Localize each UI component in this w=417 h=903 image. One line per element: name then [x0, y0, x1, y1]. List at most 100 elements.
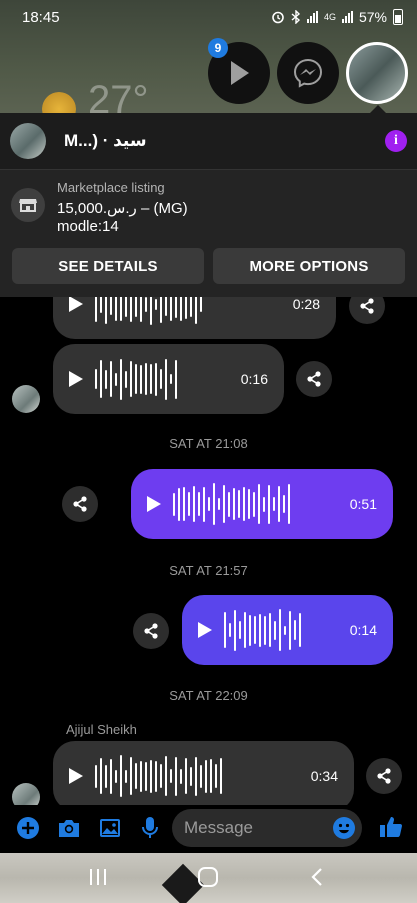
chathead-contact-avatar[interactable]	[346, 42, 408, 104]
waveform-bar	[243, 487, 245, 521]
wifi-signal-icon	[306, 11, 318, 23]
waveform-bar	[173, 492, 175, 516]
waveform-bar	[244, 612, 246, 648]
waveform-bar	[110, 361, 112, 397]
waveform-bar	[238, 490, 240, 518]
share-icon	[360, 298, 374, 314]
message-list[interactable]: 0:28 0:16 SAT AT 21:08 0:51 SAT AT 21:57…	[0, 297, 417, 805]
waveform-bar	[135, 763, 137, 789]
sender-avatar[interactable]	[12, 385, 40, 413]
waveform-bar	[170, 374, 172, 384]
waveform-bar	[180, 768, 182, 784]
play-icon[interactable]	[69, 297, 83, 312]
waveform-bar	[264, 615, 266, 645]
waveform-bar	[160, 297, 162, 323]
emoji-icon[interactable]	[333, 817, 355, 839]
play-icon[interactable]	[69, 768, 83, 784]
play-icon[interactable]	[198, 622, 212, 638]
waveform-bar	[165, 358, 167, 400]
status-icons: 4G 57%	[271, 9, 403, 25]
waveform-bar	[140, 760, 142, 792]
share-button[interactable]	[133, 613, 169, 649]
gallery-icon[interactable]	[99, 817, 121, 839]
share-icon	[377, 768, 391, 784]
cell-signal-icon	[341, 11, 353, 23]
waveform-bar	[115, 769, 117, 783]
sender-avatar[interactable]	[12, 783, 40, 805]
waveform-bar	[283, 495, 285, 513]
waveform-bar	[145, 297, 147, 312]
waveform-bar	[130, 757, 132, 795]
back-icon[interactable]	[310, 866, 324, 888]
plus-icon[interactable]	[17, 817, 39, 839]
waveform-bar	[175, 756, 177, 796]
share-button[interactable]	[62, 486, 98, 522]
waveform-bar	[105, 764, 107, 788]
waveform-bar	[150, 364, 152, 394]
waveform-bar	[180, 297, 182, 321]
share-button[interactable]	[296, 361, 332, 397]
waveform-bar	[233, 488, 235, 520]
waveform-bar	[140, 297, 142, 322]
waveform-bar	[155, 298, 157, 310]
waveform-bar	[210, 759, 212, 793]
home-icon[interactable]	[197, 866, 219, 888]
waveform-bar	[299, 613, 301, 647]
waveform-bar	[254, 616, 256, 644]
timestamp: SAT AT 21:57	[169, 563, 248, 578]
voice-message[interactable]: 0:51	[131, 469, 393, 539]
waveform-bar	[289, 610, 291, 650]
voice-duration: 0:16	[240, 371, 268, 387]
mic-icon[interactable]	[141, 816, 159, 840]
contact-avatar[interactable]	[10, 123, 46, 159]
voice-message[interactable]: 0:34	[53, 741, 354, 805]
waveform-bar	[269, 613, 271, 647]
waveform-bar	[135, 364, 137, 394]
play-icon[interactable]	[69, 371, 83, 387]
timestamp: SAT AT 22:09	[169, 688, 248, 703]
voice-message[interactable]: 0:14	[182, 595, 393, 665]
waveform-bar	[185, 297, 187, 319]
waveform-bar	[188, 492, 190, 516]
play-icon	[231, 61, 249, 85]
listing-price: 15,000.ر.س – (MG)	[57, 200, 188, 217]
waveform-bar	[95, 369, 97, 389]
see-details-button[interactable]: SEE DETAILS	[12, 248, 204, 284]
waveform-bar	[100, 758, 102, 794]
waveform-bar	[203, 486, 205, 522]
more-options-button[interactable]: MORE OPTIONS	[213, 248, 405, 284]
voice-message[interactable]: 0:16	[53, 344, 284, 414]
chathead-pointer	[370, 105, 386, 113]
waveform-bar	[273, 497, 275, 511]
chathead-messenger[interactable]	[277, 42, 339, 104]
battery-icon	[393, 9, 403, 25]
waveform-bar	[274, 620, 276, 640]
waveform-bar	[178, 487, 180, 521]
like-icon[interactable]	[379, 815, 403, 839]
waveform-bar	[125, 370, 127, 388]
waveform-bar	[213, 483, 215, 525]
waveform-bar	[100, 360, 102, 398]
waveform-bar	[198, 492, 200, 516]
voice-duration: 0:34	[310, 768, 338, 784]
play-icon[interactable]	[147, 496, 161, 512]
waveform-bar	[239, 621, 241, 639]
share-icon	[144, 623, 158, 639]
waveform-bar	[155, 362, 157, 396]
voice-message[interactable]: 0:28	[53, 297, 336, 339]
waveform-bar	[215, 764, 217, 788]
info-icon[interactable]: i	[385, 130, 407, 152]
share-icon	[73, 496, 87, 512]
share-button[interactable]	[349, 297, 385, 324]
share-button[interactable]	[366, 758, 402, 794]
status-time: 18:45	[22, 8, 60, 26]
waveform-bar	[258, 484, 260, 524]
conversation-title[interactable]: M...) · سيد	[64, 131, 385, 151]
waveform-bar	[200, 297, 202, 312]
waveform-bar	[175, 359, 177, 399]
waveform	[173, 482, 340, 526]
waveform	[95, 297, 283, 326]
recents-icon[interactable]	[88, 866, 108, 888]
camera-icon[interactable]	[57, 817, 81, 839]
waveform-bar	[135, 297, 137, 317]
